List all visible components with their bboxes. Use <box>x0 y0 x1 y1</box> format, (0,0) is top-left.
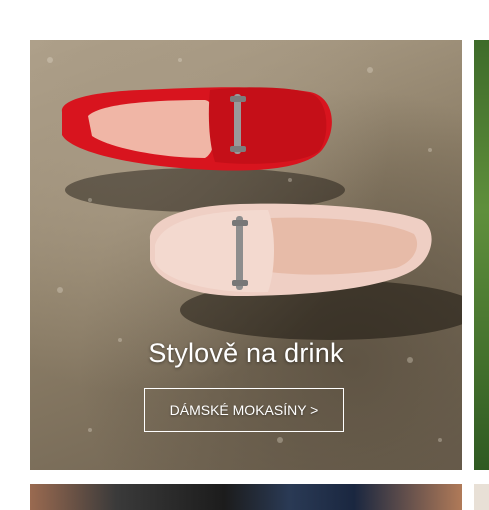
beige-loafer <box>149 203 432 296</box>
shop-loafers-button[interactable]: DÁMSKÉ MOKASÍNY > <box>144 388 344 432</box>
lower-side-banner-peek[interactable] <box>474 484 489 510</box>
lower-banner-peek[interactable] <box>30 484 462 510</box>
promo-banner[interactable]: Stylově na drink DÁMSKÉ MOKASÍNY > <box>30 40 462 470</box>
red-loafer <box>61 87 332 171</box>
banner-headline: Stylově na drink <box>148 338 344 368</box>
next-banner-peek[interactable] <box>474 40 489 470</box>
